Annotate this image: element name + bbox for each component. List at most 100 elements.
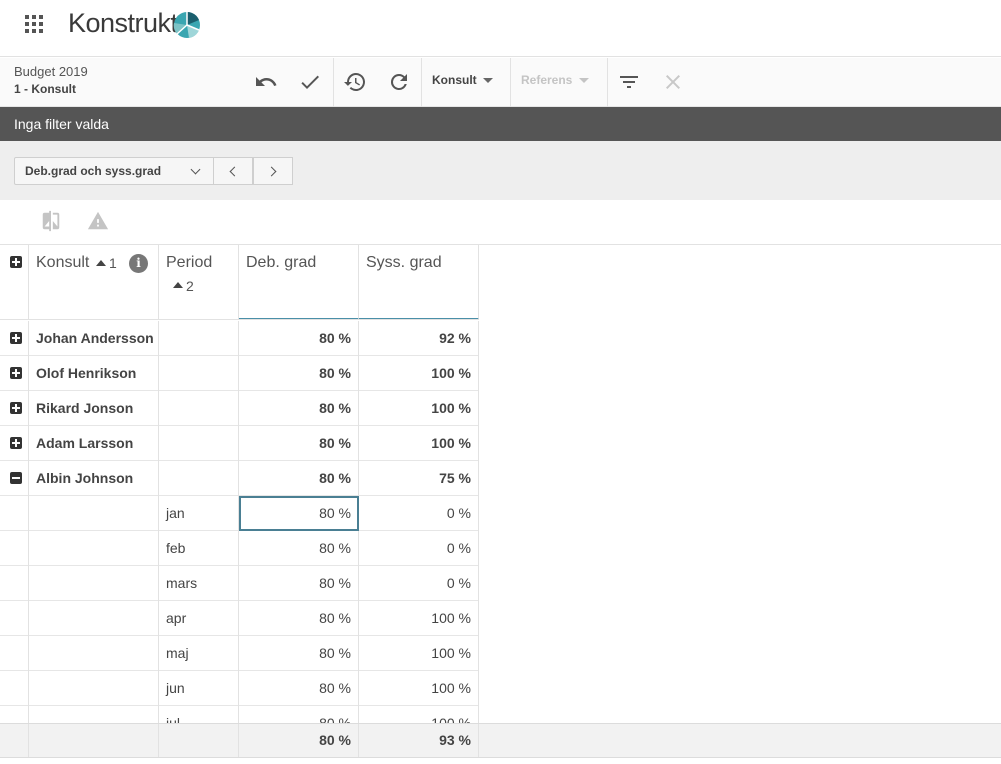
deb-grad-cell[interactable]: 80 % <box>239 391 359 426</box>
deb-grad-cell[interactable]: 80 % <box>239 461 359 496</box>
check-icon[interactable] <box>298 70 322 94</box>
table-row[interactable]: jul 80 % 100 % <box>0 706 479 723</box>
deb-grad-cell[interactable]: 80 % <box>239 601 359 636</box>
expand-all-header[interactable] <box>0 245 29 320</box>
app-grid-icon[interactable] <box>25 15 43 33</box>
period-cell: jun <box>159 671 239 706</box>
sort-asc-icon <box>173 282 183 288</box>
view-select[interactable]: Deb.grad och syss.grad <box>14 157 214 185</box>
konsult-dropdown-label: Konsult <box>432 73 477 87</box>
period-cell <box>159 426 239 461</box>
collapse-row-icon[interactable] <box>10 472 22 484</box>
syss-grad-cell[interactable]: 100 % <box>359 636 479 671</box>
deb-grad-cell[interactable]: 80 % <box>239 426 359 461</box>
period-cell: jul <box>159 706 239 723</box>
referens-dropdown[interactable]: Referens <box>511 58 607 107</box>
deb-grad-cell[interactable]: 80 % <box>239 566 359 601</box>
chevron-left-icon <box>229 166 240 177</box>
table-row[interactable]: Rikard Jonson 80 % 100 % <box>0 391 479 426</box>
chevron-right-icon <box>266 166 277 177</box>
period-cell: mars <box>159 566 239 601</box>
referens-dropdown-label: Referens <box>521 73 573 87</box>
view-select-value: Deb.grad och syss.grad <box>25 164 162 178</box>
deb-grad-cell[interactable]: 80 % <box>239 321 359 356</box>
column-header-label: Konsult <box>36 254 90 271</box>
syss-grad-cell[interactable]: 0 % <box>359 566 479 601</box>
view-bar: Deb.grad och syss.grad <box>0 141 1001 200</box>
data-grid: Konsult 1 i Period 2 Deb. grad Syss. gra… <box>0 245 479 723</box>
filter-icon[interactable] <box>617 70 641 94</box>
compare-icon[interactable] <box>40 210 62 232</box>
expand-row-icon[interactable] <box>10 367 22 379</box>
konsult-cell: Adam Larsson <box>29 426 159 461</box>
table-row[interactable]: maj 80 % 100 % <box>0 636 479 671</box>
column-header-label: Period <box>166 254 213 271</box>
period-cell: apr <box>159 601 239 636</box>
close-icon[interactable] <box>661 70 685 94</box>
budget-title: Budget 2019 <box>14 64 88 79</box>
period-cell: jan <box>159 496 239 531</box>
syss-grad-cell[interactable]: 100 % <box>359 391 479 426</box>
budget-subtitle: 1 - Konsult <box>14 82 76 96</box>
column-header-label: Deb. grad <box>246 254 317 271</box>
syss-grad-cell[interactable]: 0 % <box>359 531 479 566</box>
expand-row-icon[interactable] <box>10 402 22 414</box>
table-row[interactable]: Albin Johnson 80 % 75 % <box>0 461 479 496</box>
syss-grad-cell[interactable]: 100 % <box>359 426 479 461</box>
expand-row-icon[interactable] <box>10 332 22 344</box>
table-row[interactable]: Olof Henrikson 80 % 100 % <box>0 356 479 391</box>
table-row[interactable]: Johan Andersson 80 % 92 % <box>0 321 479 356</box>
period-cell: maj <box>159 636 239 671</box>
chevron-down-icon <box>579 78 589 83</box>
refresh-icon[interactable] <box>387 70 411 94</box>
table-row[interactable]: mars 80 % 0 % <box>0 566 479 601</box>
undo-icon[interactable] <box>254 70 278 94</box>
konsult-cell: Johan Andersson <box>29 321 159 356</box>
total-syss-grad: 93 % <box>359 724 479 757</box>
syss-grad-cell[interactable]: 100 % <box>359 601 479 636</box>
app-logo-icon <box>173 12 200 38</box>
column-header-period[interactable]: Period 2 <box>159 245 239 320</box>
info-icon[interactable]: i <box>129 254 148 273</box>
table-row[interactable]: Adam Larsson 80 % 100 % <box>0 426 479 461</box>
totals-row: 80 % 93 % <box>0 723 1001 758</box>
toolbar: Budget 2019 1 - Konsult Konsult Referens <box>0 58 1001 107</box>
previous-view-button[interactable] <box>213 157 253 185</box>
sort-order: 1 <box>109 255 117 271</box>
syss-grad-cell[interactable]: 100 % <box>359 706 479 723</box>
syss-grad-cell[interactable]: 100 % <box>359 671 479 706</box>
konsult-cell: Albin Johnson <box>29 461 159 496</box>
next-view-button[interactable] <box>253 157 293 185</box>
table-row[interactable]: apr 80 % 100 % <box>0 601 479 636</box>
filter-status-text: Inga filter valda <box>14 116 109 132</box>
history-icon[interactable] <box>343 70 367 94</box>
deb-grad-cell[interactable]: 80 % <box>239 636 359 671</box>
syss-grad-cell[interactable]: 75 % <box>359 461 479 496</box>
deb-grad-cell[interactable]: 80 % <box>239 706 359 723</box>
syss-grad-cell[interactable]: 0 % <box>359 496 479 531</box>
period-cell <box>159 321 239 356</box>
app-logo-text: Konstrukt <box>68 8 178 38</box>
deb-grad-cell[interactable]: 80 % <box>239 356 359 391</box>
deb-grad-cell[interactable]: 80 % <box>239 671 359 706</box>
sort-order: 2 <box>186 278 194 294</box>
top-bar: Konstrukt <box>0 0 1001 57</box>
konsult-dropdown[interactable]: Konsult <box>422 58 510 107</box>
period-cell: feb <box>159 531 239 566</box>
period-cell <box>159 391 239 426</box>
table-row[interactable]: jun 80 % 100 % <box>0 671 479 706</box>
table-row[interactable]: jan 80 % 0 % <box>0 496 479 531</box>
column-header-konsult[interactable]: Konsult 1 i <box>29 245 159 320</box>
syss-grad-cell[interactable]: 92 % <box>359 321 479 356</box>
column-header-syss-grad[interactable]: Syss. grad <box>359 245 479 320</box>
expand-row-icon[interactable] <box>10 437 22 449</box>
column-header-label: Syss. grad <box>366 254 442 271</box>
column-header-deb-grad[interactable]: Deb. grad <box>239 245 359 320</box>
deb-grad-cell[interactable]: 80 % <box>239 531 359 566</box>
syss-grad-cell[interactable]: 100 % <box>359 356 479 391</box>
deb-grad-cell-selected[interactable]: 80 % <box>239 496 359 531</box>
warning-icon[interactable] <box>87 210 109 232</box>
konsult-cell: Rikard Jonson <box>29 391 159 426</box>
table-row[interactable]: feb 80 % 0 % <box>0 531 479 566</box>
expand-all-icon[interactable] <box>10 256 22 268</box>
